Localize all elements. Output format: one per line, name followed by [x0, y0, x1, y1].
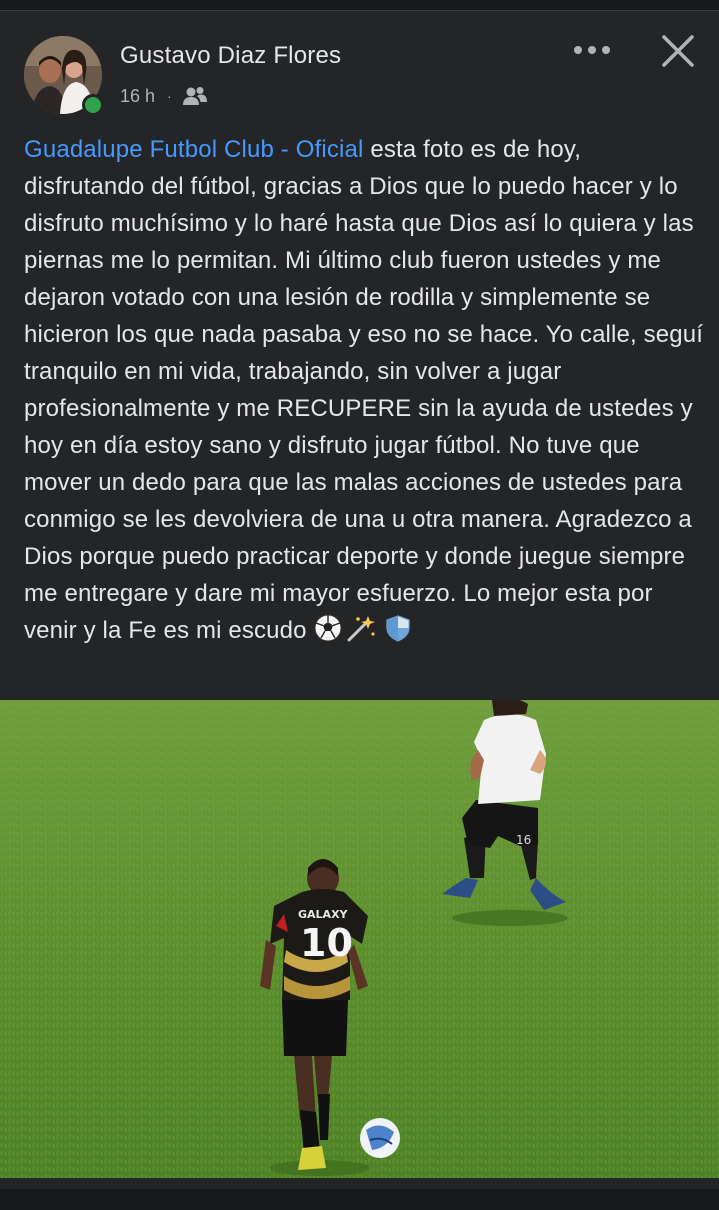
sparkles-emoji — [346, 614, 376, 642]
author-name[interactable]: Gustavo Diaz Flores — [120, 42, 341, 70]
close-icon — [662, 35, 694, 67]
soccer-ball-emoji — [314, 614, 342, 642]
author-avatar[interactable] — [24, 36, 104, 116]
online-status-dot — [82, 94, 104, 116]
post-meta: 16 h · — [120, 83, 208, 109]
top-divider — [0, 0, 719, 11]
svg-text:10: 10 — [300, 921, 353, 965]
bottom-bar — [0, 1189, 719, 1210]
svg-text:GALAXY: GALAXY — [298, 908, 349, 921]
post-body: esta foto es de hoy, disfrutando del fút… — [24, 136, 704, 644]
close-button[interactable] — [656, 31, 700, 71]
svg-text:16: 16 — [516, 833, 531, 847]
post-header: Gustavo Diaz Flores 16 h · — [0, 11, 719, 121]
post-text: Guadalupe Futbol Club - Oficial esta fot… — [24, 131, 704, 649]
post-photo[interactable]: 16 GALAXY 10 — [0, 700, 719, 1178]
post-time[interactable]: 16 h — [120, 86, 155, 107]
photo-ball — [360, 1118, 400, 1158]
mention-link[interactable]: Guadalupe Futbol Club - Oficial — [24, 136, 364, 163]
more-options-button[interactable] — [568, 37, 616, 63]
friends-icon — [182, 85, 208, 107]
post-card: Gustavo Diaz Flores 16 h · Guadalupe Fut… — [0, 11, 719, 1210]
shield-emoji — [384, 614, 412, 642]
meta-separator: · — [167, 88, 172, 104]
more-icon — [574, 46, 610, 54]
